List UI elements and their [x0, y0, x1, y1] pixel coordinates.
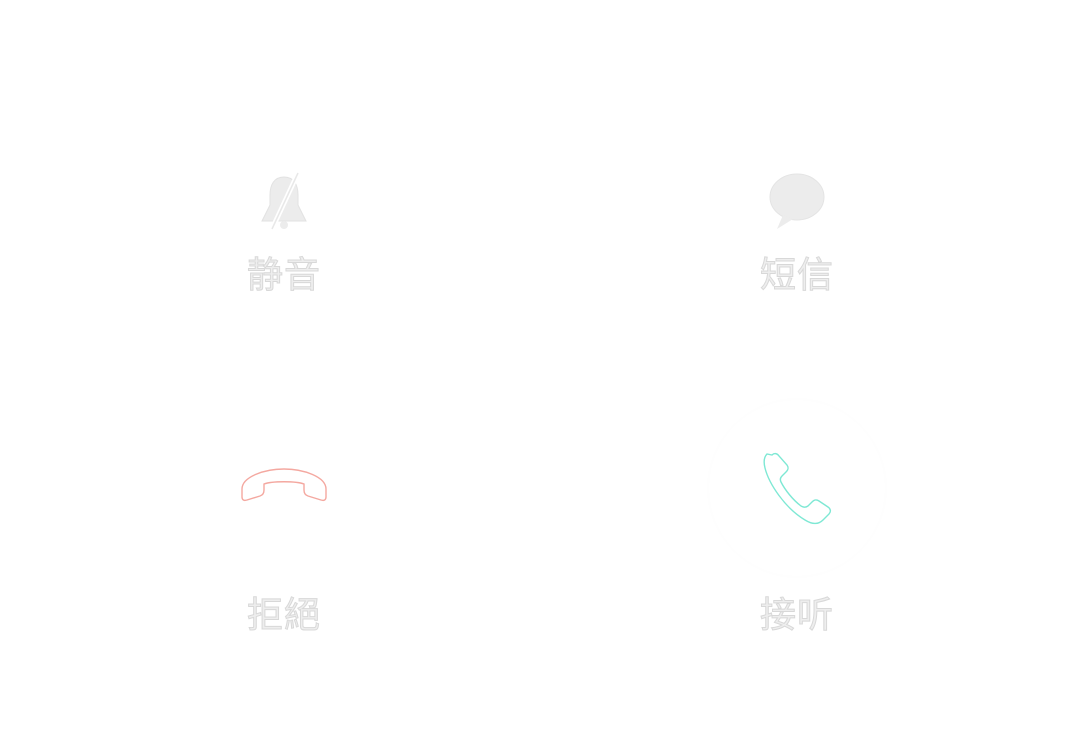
- sms-label: 短信: [759, 255, 834, 296]
- mute-button[interactable]: 静音: [214, 166, 354, 294]
- bell-off-icon: [249, 166, 319, 236]
- mute-label: 静音: [246, 255, 321, 296]
- decline-button[interactable]: 拒絕: [214, 440, 354, 634]
- phone-icon: [709, 400, 885, 576]
- answer-label: 接听: [759, 595, 834, 636]
- incoming-call-screen: 静音 短信 拒絕 接听: [0, 0, 1075, 741]
- answer-button[interactable]: 接听: [707, 400, 887, 634]
- hang-up-phone-icon: [234, 440, 334, 530]
- message-bubble-icon: [762, 166, 832, 236]
- decline-label: 拒絕: [246, 595, 321, 636]
- sms-button[interactable]: 短信: [727, 166, 867, 294]
